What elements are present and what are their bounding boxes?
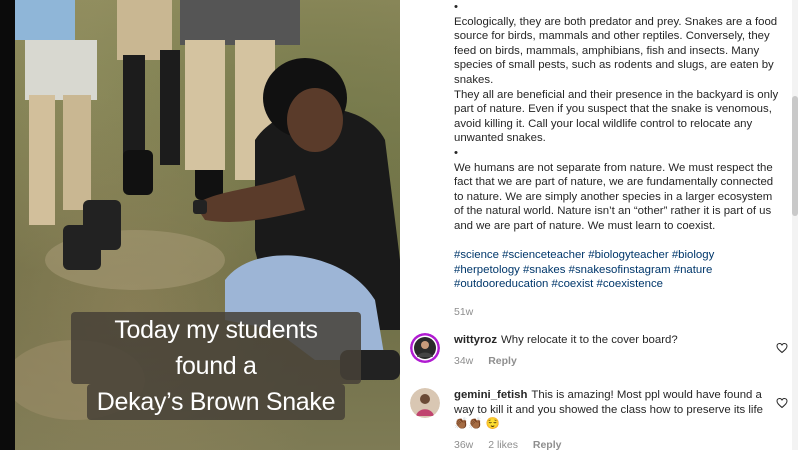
hashtag-link[interactable]: #scienceteacher — [502, 249, 588, 261]
left-black-bar — [0, 0, 15, 450]
hashtag-link[interactable]: #herpetology — [454, 264, 523, 276]
avatar[interactable] — [410, 388, 440, 418]
caption-line-2: Dekay’s Brown Snake — [86, 384, 346, 420]
hashtag-link[interactable]: #coexist — [552, 278, 597, 290]
heart-outline-icon[interactable] — [776, 397, 788, 409]
scrollbar-track[interactable] — [792, 0, 798, 450]
scrollbar-thumb[interactable] — [792, 96, 798, 216]
hashtag-link[interactable]: #nature — [674, 264, 713, 276]
reply-button[interactable]: Reply — [533, 439, 562, 450]
caption-paragraph-2: They all are beneficial and their presen… — [454, 88, 779, 145]
caption-paragraph-3: We humans are not separate from nature. … — [454, 161, 774, 232]
hashtag-link[interactable]: #biologyteacher — [588, 249, 672, 261]
bullet-separator: • — [454, 146, 458, 159]
comment-body: gemini_fetish This is amazing! Most ppl w… — [454, 388, 774, 450]
post-video[interactable]: Today my students found a Dekay’s Brown … — [15, 0, 400, 450]
hashtag-link[interactable]: #outdooreducation — [454, 278, 552, 290]
heart-outline-icon[interactable] — [776, 342, 788, 354]
comment-meta: 34w Reply — [454, 354, 774, 369]
bullet-separator: • — [454, 1, 458, 13]
comment-likes[interactable]: 2 likes — [488, 439, 518, 450]
hashtag-link[interactable]: #snakes — [523, 264, 569, 276]
hashtag-link[interactable]: #coexistence — [597, 278, 664, 290]
post-timestamp[interactable]: 51w — [454, 306, 473, 318]
video-caption-overlay: Today my students found a Dekay’s Brown … — [71, 312, 361, 420]
comment-text: Why relocate it to the cover board? — [501, 334, 678, 346]
post-caption: • Ecologically, they are both predator a… — [454, 0, 779, 292]
comment-username[interactable]: wittyroz — [454, 334, 497, 346]
comment-age[interactable]: 36w — [454, 439, 473, 450]
hashtag-link[interactable]: #science — [454, 249, 502, 261]
reply-button[interactable]: Reply — [488, 355, 517, 367]
hashtag-link[interactable]: #snakesofinstagram — [569, 264, 674, 276]
comment-age[interactable]: 34w — [454, 355, 473, 367]
post-details-panel: • Ecologically, they are both predator a… — [400, 0, 800, 450]
comment-username[interactable]: gemini_fetish — [454, 389, 527, 401]
comment-body: wittyroz Why relocate it to the cover boa… — [454, 333, 774, 368]
comment-meta: 36w 2 likes Reply — [454, 438, 774, 450]
hashtag-list: #science #scienceteacher #biologyteacher… — [454, 248, 779, 292]
hashtag-link[interactable]: #biology — [672, 249, 714, 261]
caption-paragraph-1: Ecologically, they are both predator and… — [454, 15, 778, 86]
caption-line-1: Today my students found a — [71, 312, 361, 384]
avatar[interactable] — [410, 333, 440, 363]
